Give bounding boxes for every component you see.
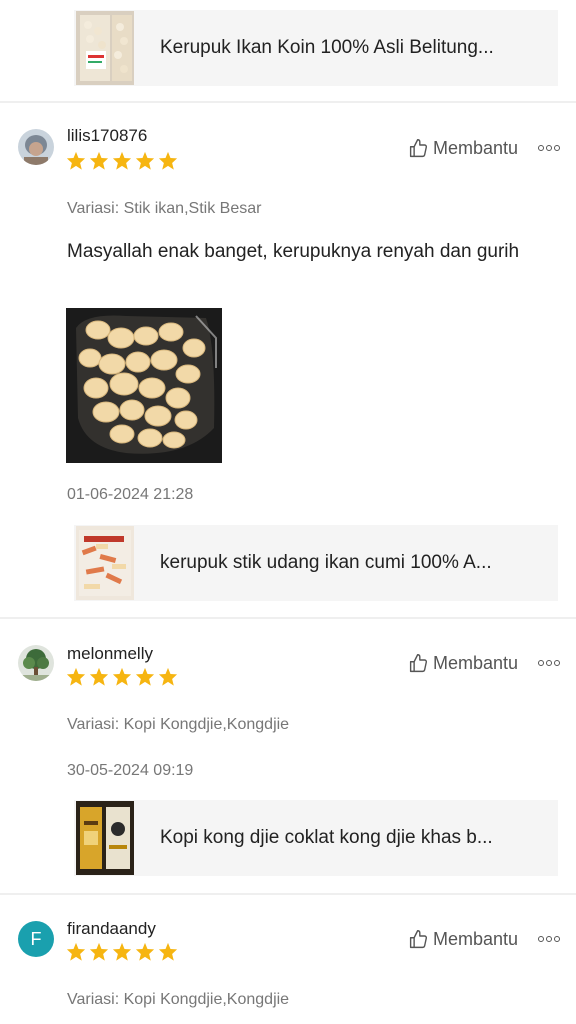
star-icon [112,151,132,170]
username[interactable]: melonmelly [67,644,153,664]
review-date: 30-05-2024 09:19 [67,762,194,779]
star-icon [112,942,132,961]
username[interactable]: firandaandy [67,919,156,939]
helpful-button[interactable]: Membantu [408,653,518,674]
username[interactable]: lilis170876 [67,126,147,146]
product-thumbnail [76,11,134,85]
divider [0,893,576,895]
thumbs-up-icon [409,654,428,673]
product-card[interactable]: Kerupuk Ikan Koin 100% Asli Belitung... [74,10,558,86]
helpful-button[interactable]: Membantu [408,929,518,950]
review-variant: Variasi: Kopi Kongdjie,Kongdjie [67,991,290,1008]
star-icon [158,151,178,170]
star-icon [135,942,155,961]
star-rating [66,151,178,170]
star-rating [66,667,178,686]
star-icon [66,151,86,170]
avatar[interactable] [18,129,54,165]
star-icon [112,667,132,686]
star-icon [158,942,178,961]
more-options-icon[interactable] [538,660,560,666]
more-options-icon[interactable] [538,145,560,151]
divider [0,617,576,619]
review-photo[interactable] [66,308,222,463]
thumbs-up-icon [409,139,428,158]
star-icon [158,667,178,686]
product-card[interactable]: Kopi kong djie coklat kong djie khas b..… [74,800,558,876]
product-title: kerupuk stik udang ikan cumi 100% A... [160,552,492,573]
star-icon [89,667,109,686]
thumbs-up-icon [409,930,428,949]
avatar[interactable]: F [18,921,54,957]
product-thumbnail [76,526,134,600]
helpful-label: Membantu [433,138,519,158]
star-icon [66,942,86,961]
star-icon [89,151,109,170]
product-title: Kopi kong djie coklat kong djie khas b..… [160,827,493,848]
helpful-label: Membantu [433,929,519,949]
helpful-label: Membantu [433,653,519,673]
review-variant: Variasi: Stik ikan,Stik Besar [67,200,262,217]
star-icon [135,667,155,686]
star-icon [135,151,155,170]
more-options-icon[interactable] [538,936,560,942]
star-rating [66,942,178,961]
product-title: Kerupuk Ikan Koin 100% Asli Belitung... [160,37,494,58]
avatar[interactable] [18,645,54,681]
review-variant: Variasi: Kopi Kongdjie,Kongdjie [67,716,290,733]
helpful-button[interactable]: Membantu [408,138,518,159]
star-icon [66,667,86,686]
review-date: 01-06-2024 21:28 [67,486,194,503]
star-icon [89,942,109,961]
divider [0,101,576,103]
avatar-letter: F [30,928,42,949]
product-thumbnail [76,801,134,875]
product-card[interactable]: kerupuk stik udang ikan cumi 100% A... [74,525,558,601]
review-comment: Masyallah enak banget, kerupuknya renyah… [67,241,520,262]
